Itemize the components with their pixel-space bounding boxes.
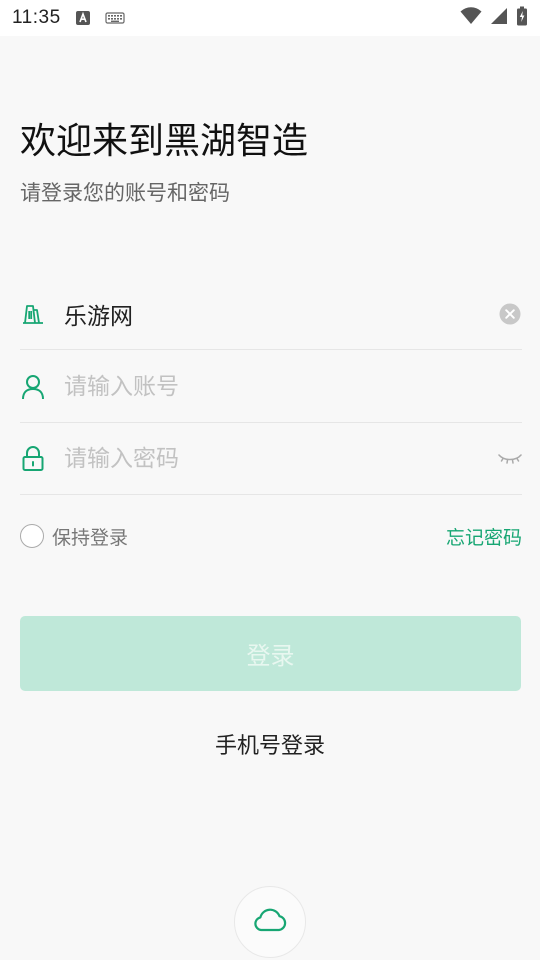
status-right-icons bbox=[460, 6, 528, 30]
forgot-password-link[interactable]: 忘记密码 bbox=[446, 523, 522, 550]
page-subtitle: 请登录您的账号和密码 bbox=[20, 181, 230, 205]
clear-icon[interactable] bbox=[498, 302, 522, 326]
login-button[interactable]: 登录 bbox=[20, 616, 521, 691]
login-options: 保持登录 忘记密码 bbox=[20, 520, 522, 552]
account-row bbox=[20, 351, 522, 423]
brand-name: 黑湖智造 bbox=[164, 112, 309, 164]
status-time: 11:35 bbox=[12, 7, 61, 28]
welcome-prefix: 欢迎来到 bbox=[20, 121, 165, 162]
factory-input[interactable] bbox=[64, 300, 498, 327]
eye-closed-icon[interactable] bbox=[498, 447, 522, 471]
user-icon bbox=[20, 374, 46, 400]
page-title: 欢迎来到黑湖智造 bbox=[20, 112, 309, 164]
phone-login-link[interactable]: 手机号登录 bbox=[0, 728, 540, 760]
cloud-icon bbox=[252, 907, 288, 937]
keyboard-icon bbox=[105, 11, 125, 25]
battery-icon bbox=[516, 6, 528, 30]
lock-icon bbox=[20, 445, 46, 472]
factory-icon bbox=[20, 301, 46, 327]
signal-icon bbox=[490, 7, 508, 29]
account-input[interactable] bbox=[64, 373, 522, 400]
password-input[interactable] bbox=[64, 445, 498, 472]
login-screen: 11:35 欢迎来到黑湖智造 请登录您的账号和密码 乐游网 请输入账号 保持登录… bbox=[0, 0, 540, 960]
wifi-icon bbox=[460, 7, 482, 29]
cloud-button[interactable] bbox=[234, 886, 306, 958]
keep-login-checkbox[interactable] bbox=[20, 524, 44, 548]
status-bar: 11:35 bbox=[0, 0, 540, 36]
keep-login-label[interactable]: 保持登录 bbox=[52, 523, 128, 550]
password-row bbox=[20, 423, 522, 495]
app-notification-icon bbox=[75, 10, 91, 26]
factory-row bbox=[20, 278, 522, 350]
